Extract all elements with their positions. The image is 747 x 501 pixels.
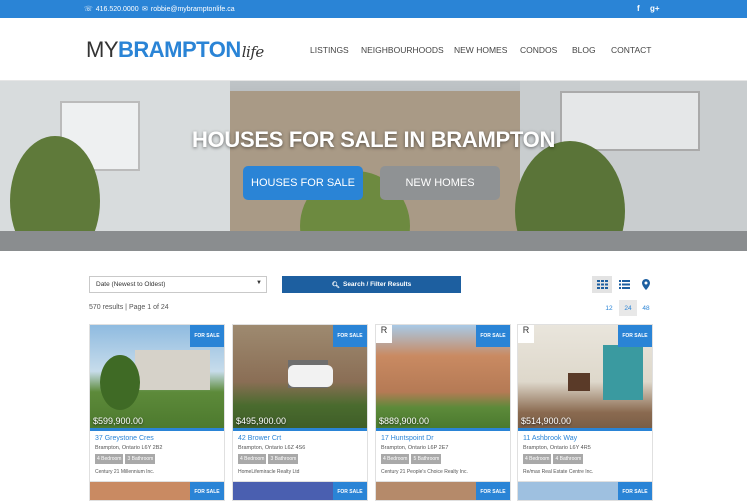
- listing-city: Brampton, Ontario L6Y 4R5: [523, 445, 591, 451]
- results-count: 570 results | Page 1 of 24: [89, 304, 169, 311]
- nav-blog[interactable]: BLOG: [572, 45, 596, 55]
- search-icon: 🔍︎: [331, 281, 340, 289]
- new-homes-button[interactable]: NEW HOMES: [380, 166, 500, 200]
- listing-price: $514,900.00: [521, 416, 572, 426]
- phone-icon: ☏: [84, 6, 93, 13]
- listing-card[interactable]: FOR SALE: [89, 481, 225, 501]
- nav-neighbourhoods[interactable]: NEIGHBOURHOODS: [361, 45, 444, 55]
- accent-bar: [233, 428, 367, 431]
- facebook-icon[interactable]: f: [637, 4, 640, 13]
- listing-card[interactable]: FOR SALE: [232, 481, 368, 501]
- logo-brampton: BRAMPTON: [118, 37, 241, 62]
- for-sale-badge: FOR SALE: [190, 325, 224, 347]
- sort-select[interactable]: Date (Newest to Oldest) ▼: [89, 276, 267, 293]
- hero-driveway: [0, 231, 747, 251]
- google-plus-icon[interactable]: g+: [650, 4, 660, 13]
- listing-broker: HomeLifemiracle Realty Ltd: [238, 469, 300, 475]
- bathroom-tag: 5 Bathroom: [411, 454, 442, 464]
- search-filter-label: Search / Filter Results: [342, 281, 412, 288]
- list-view-icon[interactable]: [614, 276, 634, 293]
- hero-title: HOUSES FOR SALE IN BRAMPTON: [191, 127, 556, 152]
- listing-broker: Century 21 Millennium Inc.: [95, 469, 155, 475]
- houses-for-sale-button[interactable]: HOUSES FOR SALE: [243, 166, 363, 200]
- listing-price: $889,900.00: [379, 416, 430, 426]
- top-bar: ☏ 416.520.0000 ✉ robbie@mybramptonlife.c…: [0, 0, 747, 18]
- site-logo[interactable]: MY BRAMPTON life: [86, 37, 264, 63]
- email-address: robbie@mybramptonlife.ca: [150, 5, 235, 13]
- nav-contact[interactable]: CONTACT: [611, 45, 651, 55]
- accent-bar: [90, 428, 224, 431]
- for-sale-badge: FOR SALE: [618, 325, 652, 347]
- for-sale-badge: FOR SALE: [333, 482, 367, 500]
- logo-life: life: [241, 43, 265, 61]
- bathroom-tag: 3 Bathroom: [268, 454, 299, 464]
- listing-address[interactable]: 42 Brower Crt: [238, 435, 281, 442]
- listing-card[interactable]: FOR SALE: [517, 481, 653, 501]
- bathroom-tag: 4 Bathroom: [553, 454, 584, 464]
- bedroom-tag: 4 Bedroom: [238, 454, 267, 464]
- listing-card[interactable]: R FOR SALE $514,900.00 11 Ashbrook Way B…: [517, 324, 653, 484]
- listing-address[interactable]: 11 Ashbrook Way: [523, 435, 577, 442]
- listing-city: Brampton, Ontario L6P 2E7: [381, 445, 449, 451]
- listing-card[interactable]: FOR SALE $599,900.00 37 Greystone Cres B…: [89, 324, 225, 484]
- mail-icon: ✉: [142, 6, 148, 13]
- listing-card[interactable]: FOR SALE: [375, 481, 511, 501]
- grid-view-icon[interactable]: [592, 276, 612, 293]
- bathroom-tag: 3 Bathroom: [125, 454, 156, 464]
- for-sale-badge: FOR SALE: [476, 482, 510, 500]
- phone-number: 416.520.0000: [95, 5, 139, 13]
- listing-card[interactable]: R FOR SALE $889,900.00 17 Huntspoint Dr …: [375, 324, 511, 484]
- dropdown-arrow-icon: ▼: [256, 280, 262, 286]
- bedroom-tag: 4 Bedroom: [95, 454, 124, 464]
- per-page-12[interactable]: 12: [600, 300, 618, 316]
- listing-city: Brampton, Ontario L6Z 4S6: [238, 445, 306, 451]
- per-page-24[interactable]: 24: [619, 300, 637, 316]
- email-contact[interactable]: ✉ robbie@mybramptonlife.ca: [142, 5, 235, 14]
- hero-banner: HOUSES FOR SALE IN BRAMPTON HOUSES FOR S…: [0, 81, 747, 251]
- bedroom-tag: 4 Bedroom: [381, 454, 410, 464]
- sort-selected-value: Date (Newest to Oldest): [96, 281, 166, 288]
- listing-card[interactable]: FOR SALE $495,900.00 42 Brower Crt Bramp…: [232, 324, 368, 484]
- for-sale-badge: FOR SALE: [333, 325, 367, 347]
- phone-contact[interactable]: ☏ 416.520.0000: [84, 5, 139, 14]
- logo-my: MY: [86, 37, 119, 62]
- listing-price: $495,900.00: [236, 416, 287, 426]
- site-header: MY BRAMPTON life LISTINGS NEIGHBOURHOODS N…: [0, 18, 747, 81]
- listing-broker: Century 21 People's Choice Realty Inc.: [381, 469, 468, 475]
- accent-bar: [518, 428, 652, 431]
- listing-address[interactable]: 17 Huntspoint Dr: [381, 435, 434, 442]
- map-view-icon[interactable]: [636, 276, 656, 293]
- for-sale-badge: FOR SALE: [190, 482, 224, 500]
- listing-price: $599,900.00: [93, 416, 144, 426]
- for-sale-badge: FOR SALE: [618, 482, 652, 500]
- per-page-48[interactable]: 48: [637, 300, 655, 316]
- nav-listings[interactable]: LISTINGS: [310, 45, 349, 55]
- search-filter-button[interactable]: 🔍︎ Search / Filter Results: [282, 276, 461, 293]
- accent-bar: [376, 428, 510, 431]
- listing-address[interactable]: 37 Greystone Cres: [95, 435, 154, 442]
- listing-city: Brampton, Ontario L6Y 2B2: [95, 445, 163, 451]
- listing-broker: Re/max Real Estate Centre Inc.: [523, 469, 594, 475]
- nav-condos[interactable]: CONDOS: [520, 45, 557, 55]
- for-sale-badge: FOR SALE: [476, 325, 510, 347]
- nav-new-homes[interactable]: NEW HOMES: [454, 45, 507, 55]
- bedroom-tag: 4 Bedroom: [523, 454, 552, 464]
